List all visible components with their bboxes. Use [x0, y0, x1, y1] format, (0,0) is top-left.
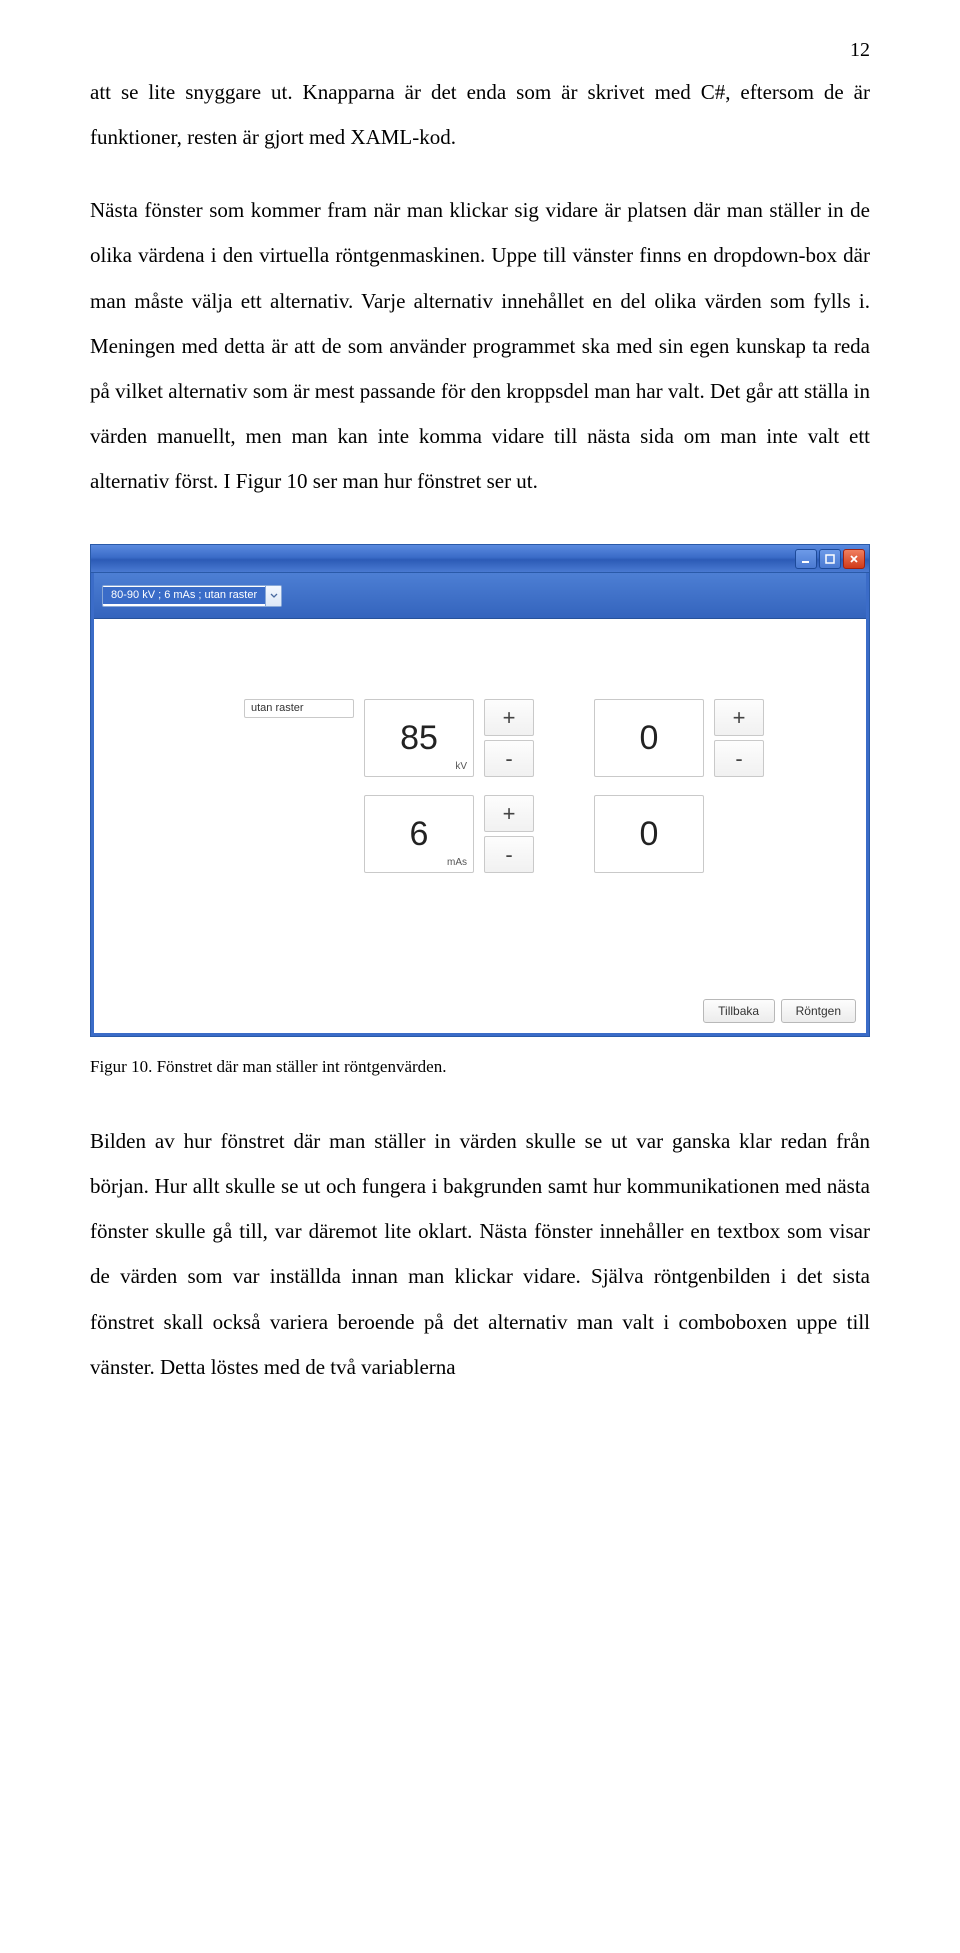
aux1-minus-button[interactable]: -: [714, 740, 764, 777]
paragraph-1: att se lite snyggare ut. Knapparna är de…: [90, 70, 870, 160]
aux1-display: 0: [594, 699, 704, 777]
kv-minus-button[interactable]: -: [484, 740, 534, 777]
xray-button[interactable]: Röntgen: [781, 999, 856, 1023]
value-controls: utan raster 85 kV + - 0 +: [244, 699, 836, 873]
preset-selected-text: 80-90 kV ; 6 mAs ; utan raster: [103, 587, 265, 604]
aux1-value: 0: [640, 721, 659, 755]
mas-minus-button[interactable]: -: [484, 836, 534, 873]
minimize-button[interactable]: [795, 549, 817, 569]
window-body: utan raster 85 kV + - 0 +: [94, 619, 866, 999]
figure-caption: Figur 10. Fönstret där man ställer int r…: [90, 1055, 870, 1079]
kv-display: 85 kV: [364, 699, 474, 777]
minimize-icon: [801, 554, 811, 564]
mas-plus-button[interactable]: +: [484, 795, 534, 832]
kv-unit: kV: [455, 762, 467, 772]
chevron-down-icon[interactable]: [265, 586, 281, 606]
mas-value: 6: [410, 817, 429, 851]
toolbar-band: 80-90 kV ; 6 mAs ; utan raster: [94, 573, 866, 619]
aux2-display: 0: [594, 795, 704, 873]
paragraph-2: Nästa fönster som kommer fram när man kl…: [90, 188, 870, 504]
maximize-icon: [825, 554, 835, 564]
close-button[interactable]: [843, 549, 865, 569]
kv-value: 85: [400, 721, 438, 755]
preset-combobox[interactable]: 80-90 kV ; 6 mAs ; utan raster: [102, 585, 282, 607]
raster-label: utan raster: [244, 699, 354, 718]
mas-unit: mAs: [447, 858, 467, 868]
maximize-button[interactable]: [819, 549, 841, 569]
page-number: 12: [90, 40, 870, 60]
mas-display: 6 mAs: [364, 795, 474, 873]
app-window: 80-90 kV ; 6 mAs ; utan raster utan rast…: [90, 544, 870, 1037]
kv-plus-button[interactable]: +: [484, 699, 534, 736]
aux1-plus-button[interactable]: +: [714, 699, 764, 736]
close-icon: [849, 554, 859, 564]
aux2-value: 0: [640, 817, 659, 851]
figure-10: 80-90 kV ; 6 mAs ; utan raster utan rast…: [90, 544, 870, 1037]
paragraph-3: Bilden av hur fönstret där man ställer i…: [90, 1119, 870, 1390]
window-titlebar: [91, 545, 869, 573]
window-footer: Tillbaka Röntgen: [94, 999, 866, 1033]
back-button[interactable]: Tillbaka: [703, 999, 775, 1023]
